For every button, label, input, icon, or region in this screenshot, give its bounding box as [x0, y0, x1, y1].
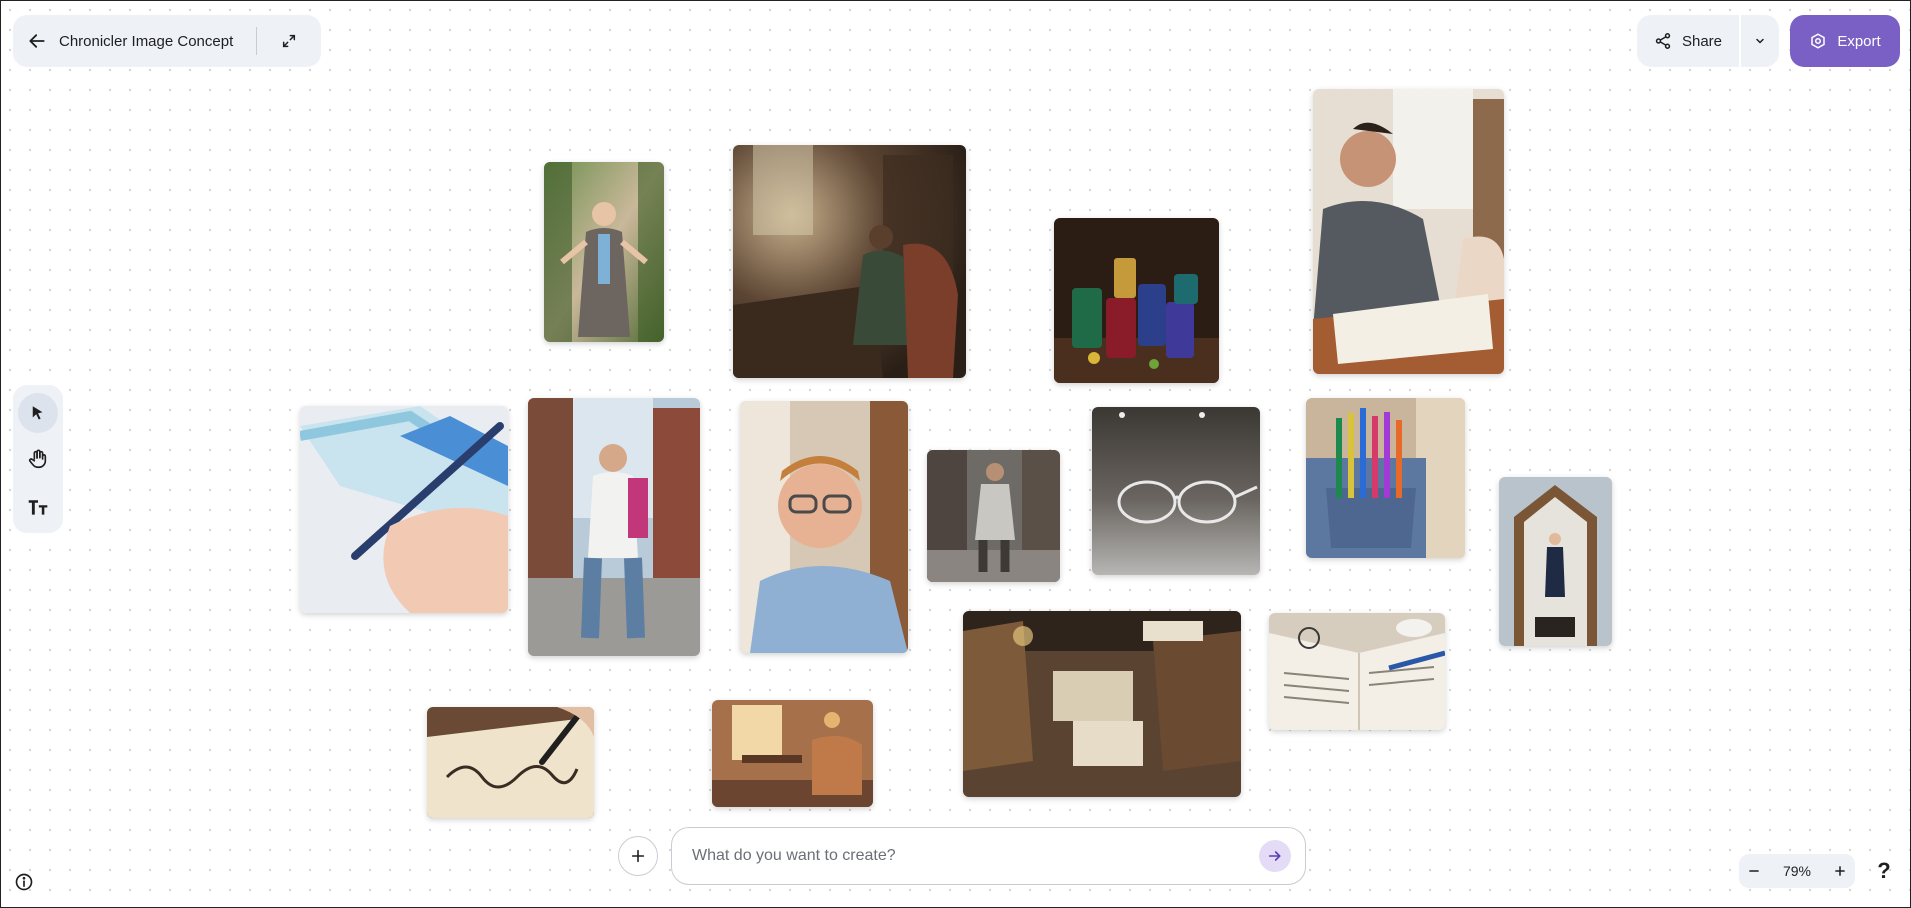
share-button[interactable]: Share	[1637, 15, 1739, 67]
back-button[interactable]	[15, 15, 59, 67]
title-bar: Chronicler Image Concept	[13, 15, 321, 67]
arrow-left-icon	[29, 34, 45, 48]
prompt-input[interactable]	[690, 846, 1259, 866]
expand-icon	[282, 34, 296, 48]
page-title: Chronicler Image Concept	[59, 32, 234, 50]
canvas-image-smiling-man-glasses[interactable]	[740, 401, 908, 653]
plus-icon	[1835, 866, 1845, 876]
select-tool[interactable]	[18, 393, 58, 433]
expand-button[interactable]	[257, 15, 321, 67]
select-arrow-icon	[32, 406, 43, 420]
export-label: Export	[1837, 32, 1881, 50]
canvas-image-open-notebook-with-pen[interactable]	[1269, 613, 1445, 730]
chevron-down-icon	[1756, 38, 1764, 44]
canvas-image-signature-calligraphy[interactable]	[427, 707, 594, 818]
info-button[interactable]	[14, 872, 34, 892]
canvas-image-person-reading-in-study[interactable]	[733, 145, 966, 378]
hand-tool[interactable]	[18, 437, 58, 481]
text-icon	[28, 500, 48, 515]
share-label: Share	[1681, 32, 1723, 50]
export-icon	[1811, 33, 1826, 49]
zoom-level: 79%	[1782, 863, 1812, 879]
canvas-image-eyeglasses-on-table[interactable]	[1092, 407, 1260, 575]
canvas-image-man-in-alley[interactable]	[927, 450, 1060, 582]
help-button[interactable]: ?	[1872, 855, 1896, 887]
canvas-image-pens-in-pocket[interactable]	[1306, 398, 1465, 558]
canvas-image-ink-bottles[interactable]	[1054, 218, 1219, 383]
canvas-image-hand-writing-with-pen[interactable]	[300, 406, 508, 613]
zoom-out-button[interactable]	[1747, 864, 1761, 878]
canvas-image-people-signing-document[interactable]	[1313, 89, 1504, 374]
zoom-controls: 79%	[1739, 854, 1855, 888]
canvas-image-books-on-desk[interactable]	[963, 611, 1241, 797]
canvas-image-cozy-study-room[interactable]	[712, 700, 873, 807]
export-button[interactable]: Export	[1790, 15, 1900, 67]
share-group: Share	[1637, 15, 1779, 67]
canvas-image-man-walking-city-street[interactable]	[528, 398, 700, 656]
share-options-button[interactable]	[1741, 15, 1779, 67]
arrow-right-icon	[1268, 851, 1281, 861]
minus-icon	[1749, 870, 1759, 872]
text-tool[interactable]	[18, 485, 58, 529]
plus-icon	[631, 849, 645, 863]
info-icon	[15, 873, 33, 891]
zoom-in-button[interactable]	[1833, 864, 1847, 878]
send-button[interactable]	[1259, 840, 1291, 872]
canvas-image-woman-welcoming[interactable]	[544, 162, 664, 342]
add-button[interactable]	[618, 836, 658, 876]
tool-palette	[13, 385, 63, 533]
prompt-box	[671, 827, 1306, 885]
share-icon	[1655, 33, 1671, 49]
hand-icon	[28, 449, 47, 469]
canvas-image-woman-in-archway[interactable]	[1499, 477, 1612, 646]
